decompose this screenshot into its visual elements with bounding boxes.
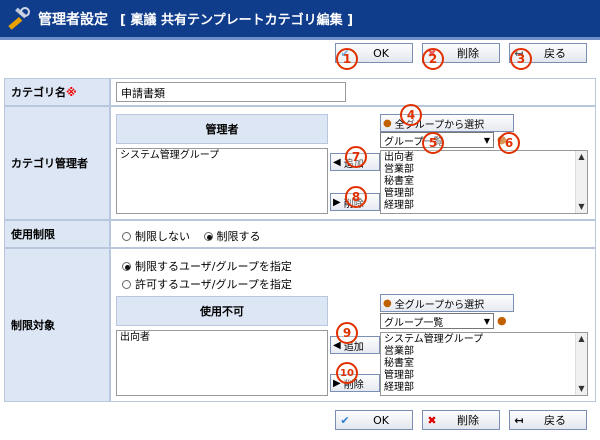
chevron-down-icon: ▼: [483, 316, 491, 326]
restriction-target-label: 制限対象: [4, 248, 110, 402]
x-icon: ✖: [427, 413, 437, 427]
back-button-bottom[interactable]: ↤ 戻る: [509, 410, 587, 430]
list-item[interactable]: 秘書室: [384, 358, 584, 370]
back-arrow-icon: ↤: [514, 413, 524, 427]
manager-header: 管理者: [116, 114, 328, 144]
list-item[interactable]: 出向者: [384, 152, 584, 164]
left-arrow-icon: ◀: [333, 156, 341, 168]
list-item[interactable]: 秘書室: [384, 176, 584, 188]
list-item[interactable]: 営業部: [384, 164, 584, 176]
unusable-header: 使用不可: [116, 296, 328, 326]
marker-10: 10: [336, 362, 358, 384]
ok-button-bottom[interactable]: ✔ OK: [335, 410, 413, 430]
title-bar: 管理者設定 [ 稟議 共有テンプレートカテゴリ編集 ]: [0, 0, 600, 40]
marker-1: 1: [336, 48, 358, 70]
group-icon: ●: [383, 117, 392, 129]
page-subtitle: [ 稟議 共有テンプレートカテゴリ編集 ]: [120, 13, 354, 28]
list-item[interactable]: 営業部: [384, 346, 584, 358]
marker-7: 7: [345, 146, 367, 168]
radio-no-restriction[interactable]: 制限しない: [122, 229, 190, 243]
group-icon: ●: [383, 297, 392, 309]
delete-label: 削除: [457, 47, 479, 60]
target-radio-allow[interactable]: 許可するユーザ/グループを指定: [122, 276, 292, 292]
manager-list-item[interactable]: システム管理グループ: [120, 150, 324, 162]
manager-list[interactable]: システム管理グループ: [116, 148, 328, 214]
right-arrow-icon: ▶: [333, 196, 341, 208]
marker-5: 5: [422, 132, 444, 154]
category-name-label: カテゴリ名 ※: [4, 78, 110, 106]
marker-2: 2: [422, 48, 444, 70]
group-select-2[interactable]: グループ一覧 ▼: [380, 313, 494, 329]
page-title: 管理者設定: [38, 11, 108, 28]
tools-icon: [4, 5, 32, 33]
ok-label: OK: [373, 46, 389, 60]
check-icon: ✔: [340, 413, 350, 427]
category-name-input[interactable]: 申請書類: [116, 82, 346, 102]
usage-restriction-label: 使用制限: [4, 220, 110, 248]
list-item[interactable]: 管理部: [384, 188, 584, 200]
required-mark: ※: [66, 85, 77, 99]
group-search-icon-2[interactable]: ●: [497, 314, 507, 327]
category-manager-label: カテゴリ管理者: [4, 106, 110, 220]
unusable-list-item[interactable]: 出向者: [120, 332, 324, 344]
scrollbar[interactable]: ▲ ▼: [575, 333, 587, 395]
back-label: 戻る: [544, 47, 566, 60]
group-options-list[interactable]: 出向者 営業部 秘書室 管理部 経理部 ▲ ▼: [380, 150, 588, 214]
usage-radio-group: 制限しない 制限する: [122, 228, 261, 244]
list-item[interactable]: 管理部: [384, 370, 584, 382]
delete-button-bottom[interactable]: ✖ 削除: [422, 410, 500, 430]
list-item[interactable]: 経理部: [384, 382, 584, 394]
marker-8: 8: [345, 186, 367, 208]
marker-3: 3: [510, 48, 532, 70]
marker-9: 9: [336, 322, 358, 344]
marker-4: 4: [400, 104, 422, 126]
scrollbar[interactable]: ▲ ▼: [575, 151, 587, 213]
marker-6: 6: [498, 132, 520, 154]
select-all-groups-button-2[interactable]: ● 全グループから選択: [380, 294, 514, 312]
chevron-down-icon: ▼: [483, 135, 491, 145]
group-options-list-2[interactable]: システム管理グループ 営業部 秘書室 管理部 経理部 ▲ ▼: [380, 332, 588, 396]
list-item[interactable]: 経理部: [384, 200, 584, 212]
radio-restrict[interactable]: 制限する: [203, 229, 261, 243]
target-radio-restrict[interactable]: 制限するユーザ/グループを指定: [122, 258, 292, 274]
list-item[interactable]: システム管理グループ: [384, 334, 584, 346]
unusable-list[interactable]: 出向者: [116, 330, 328, 396]
